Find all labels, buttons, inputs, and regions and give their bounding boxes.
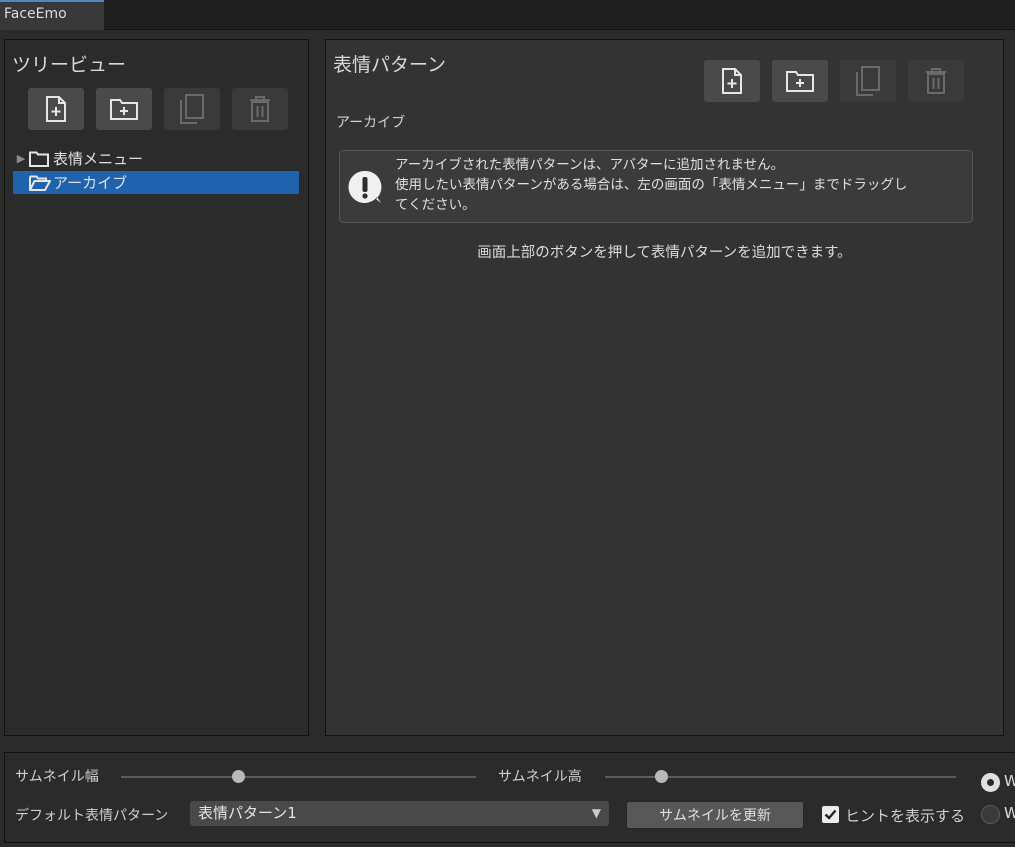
main-delete-button[interactable] bbox=[908, 60, 964, 102]
default-pattern-dropdown[interactable]: 表情パターン1 ▼ bbox=[190, 801, 609, 826]
expression-pattern-title: 表情パターン bbox=[333, 54, 447, 76]
expand-arrow-icon[interactable]: ▶ bbox=[13, 152, 29, 165]
empty-state-message: 画面上部のボタンを押して表情パターンを追加できます。 bbox=[477, 245, 852, 261]
tab-title: FaceEmo bbox=[4, 6, 67, 22]
show-hints-label: ヒントを表示する bbox=[845, 807, 966, 825]
show-hints-checkbox[interactable] bbox=[822, 806, 839, 823]
add-item-icon bbox=[722, 68, 742, 94]
copy-icon bbox=[180, 94, 204, 124]
thumbnail-width-label: サムネイル幅 bbox=[15, 769, 99, 785]
tree-add-item-button[interactable] bbox=[28, 88, 84, 130]
main-add-folder-button[interactable] bbox=[772, 60, 828, 102]
tree-delete-button[interactable] bbox=[232, 88, 288, 130]
tree-item-label: 表情メニュー bbox=[53, 150, 144, 168]
main-copy-button[interactable] bbox=[840, 60, 896, 102]
thumbnail-width-slider-track[interactable] bbox=[121, 776, 476, 778]
radio-option-1-label: W bbox=[1004, 772, 1015, 790]
tree-view-title: ツリービュー bbox=[12, 54, 127, 76]
delete-icon bbox=[926, 68, 946, 94]
radio-option-2-label: W bbox=[1004, 804, 1015, 822]
expression-pattern-panel: 表情パターン アーカイブ アーカイブされた表情パターンは、アバターに追加されませ… bbox=[325, 39, 1004, 736]
copy-icon bbox=[856, 66, 880, 96]
help-text-line: てください。 bbox=[395, 197, 476, 213]
help-text-line: 使用したい表情パターンがある場合は、左の画面の「表情メニュー」までドラッグし bbox=[395, 177, 908, 193]
warning-icon bbox=[348, 170, 382, 203]
default-pattern-value: 表情パターン1 bbox=[198, 804, 297, 822]
main-add-item-button[interactable] bbox=[704, 60, 760, 102]
add-folder-icon bbox=[786, 71, 814, 92]
dropdown-caret-icon: ▼ bbox=[591, 806, 601, 820]
add-item-icon bbox=[46, 96, 66, 122]
thumbnail-height-label: サムネイル高 bbox=[498, 769, 582, 785]
settings-panel: サムネイル幅 サムネイル高 デフォルト表情パターン 表情パターン1 ▼ サムネイ… bbox=[4, 752, 1015, 843]
thumbnail-width-slider-thumb[interactable] bbox=[232, 770, 246, 783]
thumbnail-height-slider-thumb[interactable] bbox=[655, 770, 669, 783]
tree-item-label: アーカイブ bbox=[53, 174, 128, 192]
tree-item-expression-menu[interactable]: ▶ 表情メニュー bbox=[13, 147, 299, 170]
radio-option-2[interactable] bbox=[981, 805, 1000, 824]
tab-faceemo[interactable]: FaceEmo bbox=[0, 0, 104, 30]
delete-icon bbox=[250, 96, 270, 122]
tree-view-panel: ツリービュー ▶ 表情メニュー アーカイブ bbox=[4, 39, 309, 736]
window-tab-bar: FaceEmo bbox=[0, 0, 1015, 30]
checkmark-icon bbox=[824, 809, 837, 820]
folder-icon bbox=[29, 151, 49, 167]
tree-add-folder-button[interactable] bbox=[96, 88, 152, 130]
help-text-line: アーカイブされた表情パターンは、アバターに追加されません。 bbox=[395, 157, 785, 173]
update-thumbnail-button[interactable]: サムネイルを更新 bbox=[626, 801, 804, 829]
section-label-archive: アーカイブ bbox=[336, 115, 406, 131]
default-pattern-label: デフォルト表情パターン bbox=[15, 808, 169, 824]
radio-option-1[interactable] bbox=[981, 773, 1000, 792]
folder-open-icon bbox=[29, 175, 51, 191]
help-box: アーカイブされた表情パターンは、アバターに追加されません。 使用したい表情パター… bbox=[339, 150, 973, 223]
tree-item-archive[interactable]: アーカイブ bbox=[13, 171, 299, 194]
tree-copy-button[interactable] bbox=[164, 88, 220, 130]
add-folder-icon bbox=[110, 99, 138, 120]
